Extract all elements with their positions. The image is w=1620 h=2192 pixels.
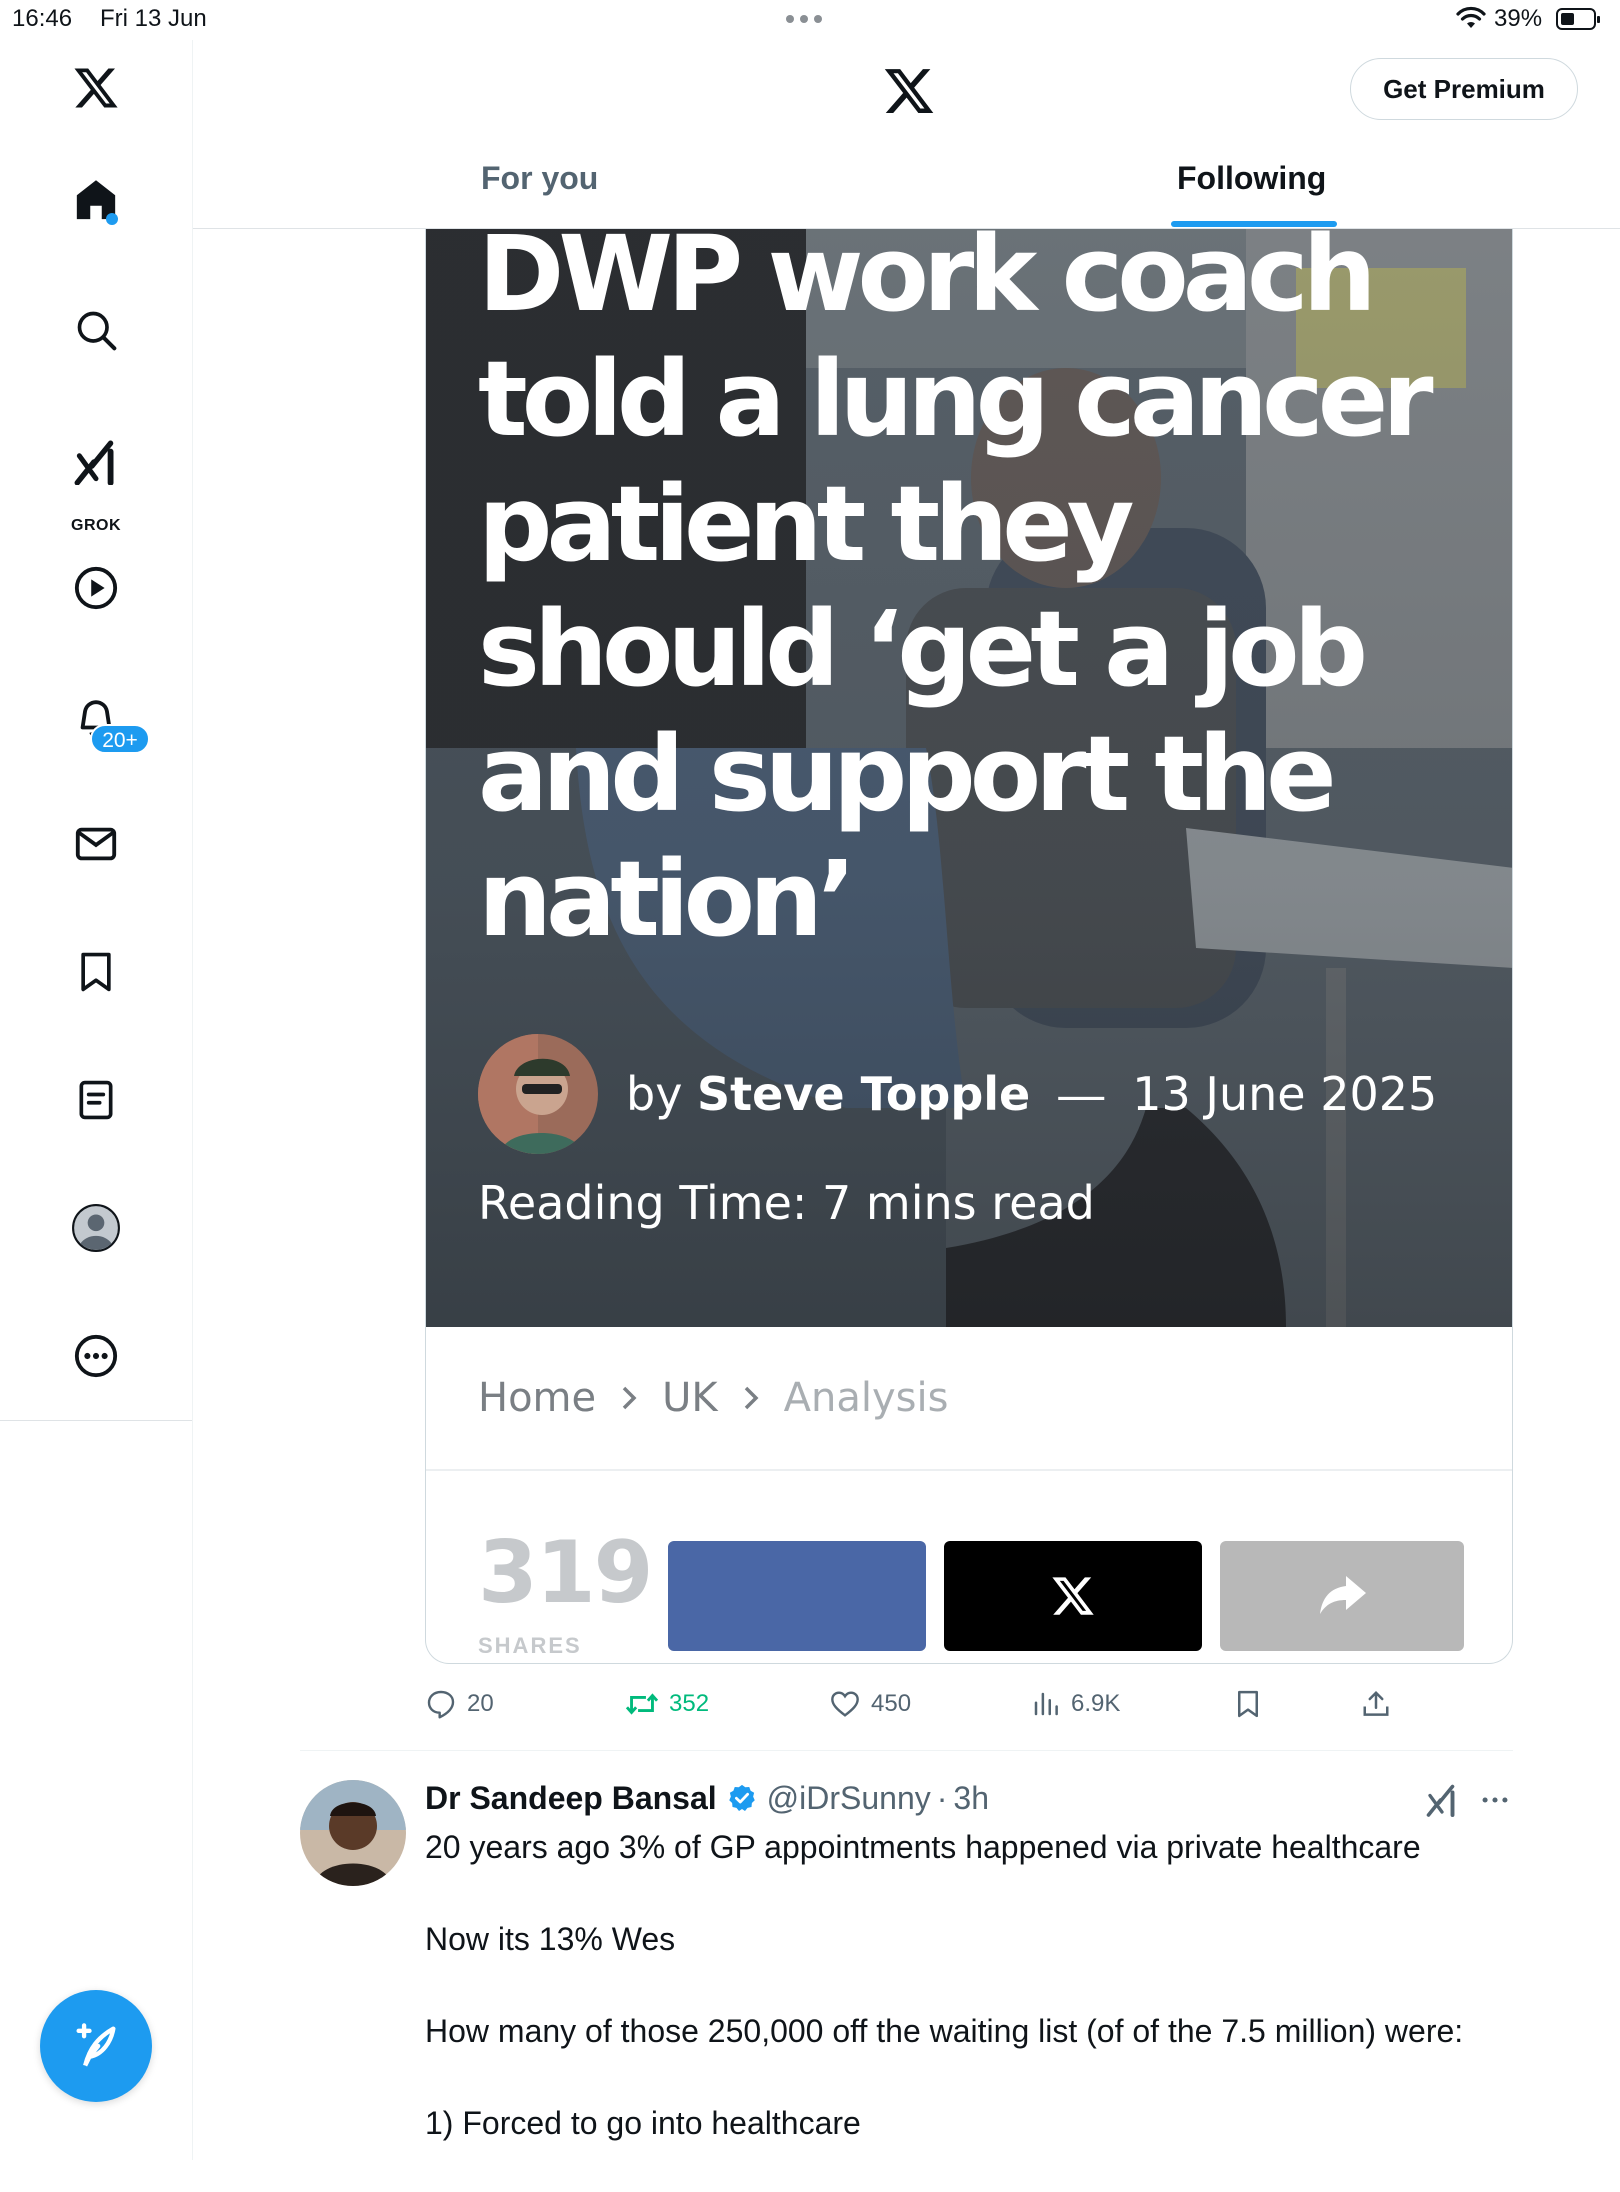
article-reading-time: Reading Time: 7 mins read	[478, 1176, 1095, 1230]
views-icon	[1034, 1692, 1058, 1716]
bookmark-icon[interactable]	[56, 932, 136, 1012]
reply-count: 20	[467, 1690, 494, 1717]
bookmark-button[interactable]	[1233, 1680, 1263, 1728]
breadcrumb-analysis[interactable]: Analysis	[784, 1375, 949, 1421]
more-icon[interactable]	[56, 1316, 136, 1396]
article-hero-image: DWP work coach told a lung cancer patien…	[426, 228, 1512, 1327]
article-byline: by Steve Topple — 13 June 2025	[478, 1034, 1437, 1154]
share-icon	[1363, 1690, 1389, 1716]
grok-icon[interactable]	[56, 422, 136, 502]
tweet-paragraph: How many of those 250,000 off the waitin…	[425, 2013, 1464, 2049]
status-time: 16:46	[12, 5, 73, 32]
breadcrumb-home[interactable]: Home	[478, 1375, 596, 1421]
like-count: 450	[871, 1690, 912, 1717]
notifications-badge: 20+	[90, 724, 150, 754]
like-button[interactable]: 450	[829, 1680, 911, 1728]
reply-icon	[427, 1690, 455, 1719]
sidebar: GROK 20+	[0, 40, 193, 2160]
repost-icon	[625, 1693, 659, 1715]
share-button[interactable]	[1361, 1680, 1391, 1728]
grok-icon[interactable]	[1424, 1782, 1460, 1818]
battery-icon	[1556, 8, 1600, 30]
tweet-text: 20 years ago 3% of GP appointments happe…	[425, 1824, 1505, 2192]
repost-button[interactable]: 352	[625, 1680, 709, 1728]
byline-prefix: by	[626, 1067, 683, 1121]
status-bar: 16:46 Fri 13 Jun 39%	[0, 0, 1620, 40]
verified-badge-icon	[728, 1784, 755, 1811]
more-options-icon[interactable]	[1478, 1782, 1512, 1818]
tweet-header: Dr Sandeep Bansal @iDrSunny · 3h	[425, 1778, 989, 1818]
share-count-label: SHARES	[478, 1633, 582, 1658]
video-icon[interactable]	[56, 548, 136, 628]
tweet-action-bar: 20 352 450 6.9K	[425, 1680, 1425, 1728]
share-count: 319	[478, 1523, 654, 1623]
battery-percent: 39%	[1494, 5, 1543, 32]
author-name[interactable]: Dr Sandeep Bansal	[425, 1780, 717, 1817]
author-handle[interactable]: @iDrSunny	[767, 1780, 931, 1817]
wifi-icon	[1456, 6, 1486, 28]
tab-for-you[interactable]: For you	[481, 160, 598, 197]
compose-button[interactable]	[40, 1990, 152, 2102]
view-count: 6.9K	[1071, 1690, 1121, 1717]
chevron-right-icon	[740, 1383, 762, 1413]
get-premium-button[interactable]: Get Premium	[1350, 58, 1578, 120]
tweet-paragraph: Now its 13% Wes	[425, 1921, 676, 1957]
multitasking-dots-icon[interactable]	[786, 15, 822, 23]
forward-arrow-icon	[1320, 1576, 1366, 1614]
grok-label: GROK	[71, 517, 121, 534]
article-author: Steve Topple	[697, 1067, 1031, 1121]
tweet-time[interactable]: 3h	[953, 1780, 989, 1817]
x-logo-icon	[1052, 1577, 1094, 1615]
author-avatar	[478, 1034, 598, 1154]
article-headline: DWP work coach told a lung cancer patien…	[478, 228, 1434, 960]
timeline-header: Get Premium For you Following	[193, 40, 1620, 229]
search-icon[interactable]	[56, 290, 136, 370]
avatar[interactable]	[300, 1780, 406, 1886]
handle-separator: ·	[936, 1779, 948, 1816]
breadcrumb: Home UK Analysis	[426, 1327, 1512, 1471]
tweet-divider	[300, 1750, 1513, 1751]
unread-dot	[106, 213, 118, 225]
x-share-button[interactable]	[944, 1541, 1202, 1651]
share-bar: 319 SHARES	[426, 1473, 1512, 1663]
chevron-right-icon	[618, 1383, 640, 1413]
x-logo-icon	[881, 64, 937, 118]
mail-icon[interactable]	[56, 804, 136, 884]
byline-dash: —	[1058, 1068, 1105, 1120]
profile-icon[interactable]	[56, 1188, 136, 1268]
sidebar-divider	[0, 1420, 192, 1421]
bookmark-icon	[1238, 1690, 1258, 1718]
link-preview-card[interactable]: DWP work coach told a lung cancer patien…	[425, 228, 1513, 1664]
lists-icon[interactable]	[56, 1060, 136, 1140]
status-date: Fri 13 Jun	[100, 5, 207, 32]
views-button[interactable]: 6.9K	[1031, 1680, 1120, 1728]
forward-share-button[interactable]	[1220, 1541, 1464, 1651]
article-date: 13 June 2025	[1132, 1067, 1438, 1121]
x-logo-icon[interactable]	[56, 48, 136, 128]
home-icon[interactable]	[56, 160, 136, 240]
tweet-paragraph: 20 years ago 3% of GP appointments happe…	[425, 1829, 1421, 1865]
facebook-share-button[interactable]	[668, 1541, 926, 1651]
tweet-paragraph: 1) Forced to go into healthcare	[425, 2105, 861, 2141]
heart-icon	[831, 1691, 859, 1717]
repost-count: 352	[669, 1690, 710, 1717]
compose-icon	[76, 2023, 116, 2067]
active-tab-indicator	[1171, 221, 1337, 227]
reply-button[interactable]: 20	[425, 1680, 494, 1728]
breadcrumb-uk[interactable]: UK	[662, 1375, 718, 1421]
tab-following[interactable]: Following	[1177, 160, 1326, 197]
